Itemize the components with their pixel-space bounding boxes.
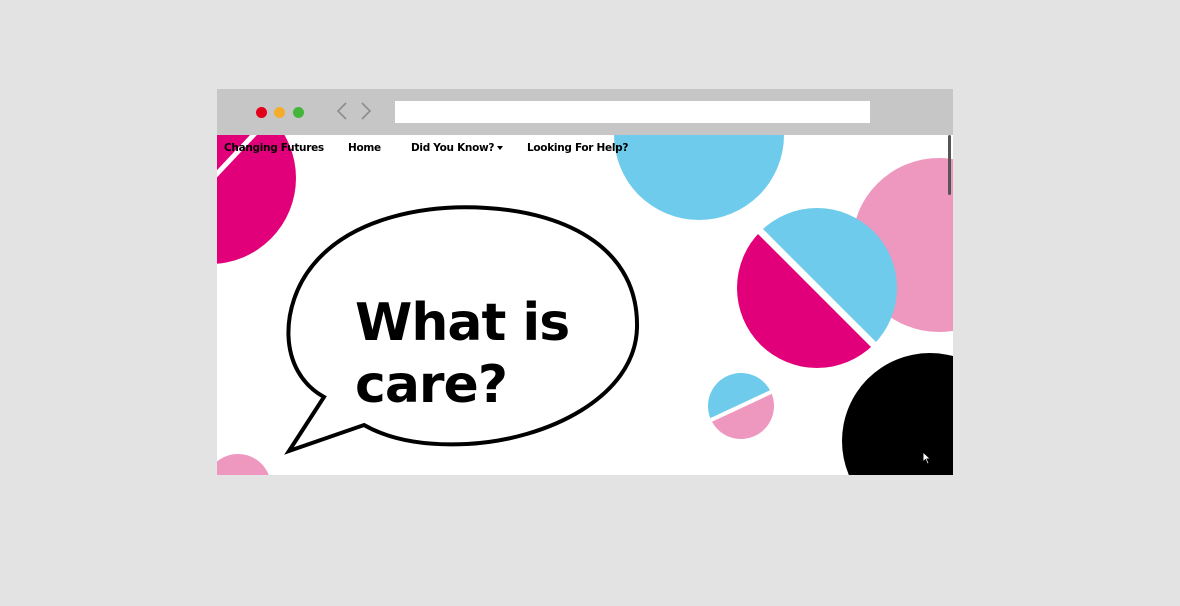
nav-item-home[interactable]: Home	[348, 142, 381, 154]
browser-window: Changing Futures Home Did You Know? Look…	[217, 89, 953, 475]
nav-item-did-you-know[interactable]: Did You Know?	[411, 142, 504, 154]
hero-headline-line1: What is	[355, 292, 570, 353]
close-window-button[interactable]	[256, 107, 267, 118]
maximize-window-button[interactable]	[293, 107, 304, 118]
hero-headline: What is care?	[355, 292, 615, 416]
browser-toolbar	[217, 89, 953, 135]
mouse-pointer-icon	[922, 451, 932, 465]
pink-circle-bottom-left	[217, 454, 269, 475]
black-circle	[842, 353, 953, 475]
page-viewport: Changing Futures Home Did You Know? Look…	[217, 135, 953, 475]
scrollbar-thumb[interactable]	[948, 135, 951, 195]
nav-brand-link[interactable]: Changing Futures	[224, 142, 324, 154]
nav-item-looking-for-help[interactable]: Looking For Help?	[527, 142, 628, 154]
hero-headline-line2: care?	[355, 354, 508, 415]
site-nav: Changing Futures Home Did You Know? Look…	[217, 135, 953, 163]
minimize-window-button[interactable]	[274, 107, 285, 118]
address-bar[interactable]	[395, 101, 870, 123]
split-circle-small	[708, 373, 774, 439]
chevron-right-icon[interactable]	[357, 99, 375, 123]
caret-down-icon	[497, 146, 504, 150]
nav-item-did-you-know-label: Did You Know?	[411, 142, 495, 154]
chevron-left-icon[interactable]	[333, 99, 351, 123]
